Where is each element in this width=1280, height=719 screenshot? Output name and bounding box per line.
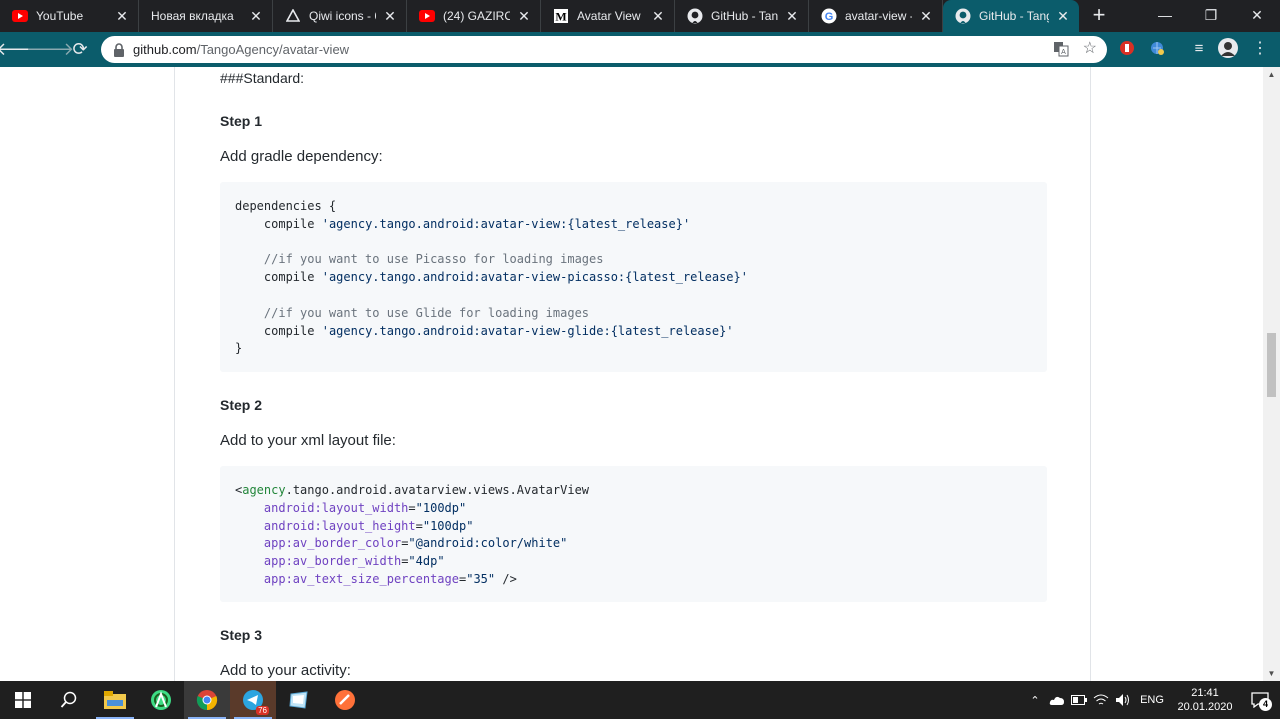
avatar[interactable] <box>1218 38 1238 58</box>
scrollbar-thumb[interactable] <box>1267 333 1276 397</box>
tab-title: Qiwi icons - 6 <box>309 9 376 23</box>
close-tab-icon[interactable]: ✕ <box>650 8 666 24</box>
paint-icon[interactable] <box>276 681 322 719</box>
step-1-text: Add gradle dependency: <box>220 148 383 165</box>
restore-icon[interactable]: ❐ <box>1188 0 1234 30</box>
chevron-up-icon[interactable]: ⌃ <box>1024 681 1046 719</box>
browser-toolbar: 🡐 🡒 ⟳ github.com/TangoAgency/avatar-view… <box>0 32 1280 67</box>
tab-title: YouTube <box>36 9 84 23</box>
tab-strip: YouTube ✕ Новая вкладка ✕ Qiwi icons - 6… <box>0 0 1280 32</box>
firefox-icon[interactable] <box>322 681 368 719</box>
telegram-icon[interactable]: 76 <box>230 681 276 719</box>
language-indicator[interactable]: ENG <box>1134 681 1170 719</box>
extension-globe-icon[interactable] <box>1147 38 1167 58</box>
battery-icon[interactable] <box>1068 681 1090 719</box>
step-3-heading: Step 3 <box>220 627 263 643</box>
close-tab-icon[interactable]: ✕ <box>918 8 934 24</box>
close-tab-icon[interactable]: ✕ <box>114 8 130 24</box>
url-path: /TangoAgency/avatar-view <box>196 42 350 57</box>
new-tab-button[interactable]: + <box>1085 2 1113 30</box>
scroll-up-icon[interactable]: ▲ <box>1263 67 1280 82</box>
tab-title: GitHub - Tango <box>979 9 1049 23</box>
chrome-icon[interactable] <box>184 681 230 719</box>
minimize-icon[interactable]: — <box>1142 0 1188 30</box>
file-explorer-icon[interactable] <box>92 681 138 719</box>
url-host: github.com <box>133 42 197 57</box>
close-tab-icon[interactable]: ✕ <box>516 8 532 24</box>
svg-text:A: A <box>1061 49 1066 56</box>
github-icon <box>687 8 703 24</box>
github-icon <box>955 8 971 24</box>
tab-title: (24) GAZIROVI <box>443 9 510 23</box>
step-1-heading: Step 1 <box>220 113 263 129</box>
youtube-icon <box>12 8 28 24</box>
volume-icon[interactable] <box>1112 681 1134 719</box>
onedrive-icon[interactable] <box>1046 681 1068 719</box>
media-queue-icon[interactable]: ≡ <box>1189 38 1209 58</box>
qiwi-icon <box>285 8 301 24</box>
windows-taskbar: 76 ⌃ ENG 21:41 20.01.2020 4 <box>0 681 1280 719</box>
android-studio-icon[interactable] <box>138 681 184 719</box>
clock[interactable]: 21:41 20.01.2020 <box>1170 686 1240 714</box>
tab-new-tab[interactable]: Новая вкладка ✕ <box>139 0 273 32</box>
svg-text:G: G <box>825 11 834 23</box>
tab-github-tango-1[interactable]: GitHub - Tango ✕ <box>675 0 809 32</box>
system-tray: ⌃ ENG 21:41 20.01.2020 4 <box>1024 681 1280 719</box>
tab-title: Avatar View fo <box>577 9 644 23</box>
step-3-text: Add to your activity: <box>220 662 351 679</box>
tab-youtube[interactable]: YouTube ✕ <box>0 0 139 32</box>
extension-red-icon[interactable] <box>1117 38 1137 58</box>
forward-icon[interactable]: 🡒 <box>26 34 74 64</box>
gradle-code-block[interactable]: dependencies { compile 'agency.tango.and… <box>220 182 1047 372</box>
notification-badge: 4 <box>1259 698 1272 711</box>
page-viewport: ###Standard: Step 1 Add gradle dependenc… <box>0 67 1280 681</box>
step-2-text: Add to your xml layout file: <box>220 432 396 449</box>
scroll-down-icon[interactable]: ▼ <box>1263 666 1280 681</box>
telegram-badge: 76 <box>256 706 269 715</box>
close-tab-icon[interactable]: ✕ <box>1055 8 1071 24</box>
window-controls: — ❐ ✕ <box>1142 0 1280 30</box>
bookmark-star-icon[interactable]: ☆ <box>1083 41 1097 57</box>
tab-medium-avatar-view[interactable]: M Avatar View fo ✕ <box>541 0 675 32</box>
notification-center-icon[interactable]: 4 <box>1240 681 1280 719</box>
tab-qiwi-icons[interactable]: Qiwi icons - 6 ✕ <box>273 0 407 32</box>
clock-time: 21:41 <box>1191 687 1219 699</box>
tab-google-avatar-view[interactable]: G avatar-view - ✕ <box>809 0 943 32</box>
youtube-icon <box>419 8 435 24</box>
close-window-icon[interactable]: ✕ <box>1234 0 1280 30</box>
tab-youtube-gazirovi[interactable]: (24) GAZIROVI ✕ <box>407 0 541 32</box>
section-label: ###Standard: <box>220 70 305 86</box>
menu-kebab-icon[interactable]: ⋮ <box>1250 38 1270 58</box>
lock-icon <box>114 42 124 57</box>
translate-icon[interactable]: A <box>1053 41 1069 57</box>
tab-github-tango-active[interactable]: GitHub - Tango ✕ <box>943 0 1079 32</box>
readme-container: ###Standard: Step 1 Add gradle dependenc… <box>174 67 1091 681</box>
page-scrollbar[interactable]: ▲ ▼ <box>1263 67 1280 681</box>
close-tab-icon[interactable]: ✕ <box>382 8 398 24</box>
tab-title: avatar-view - <box>845 9 912 23</box>
google-icon: G <box>821 8 837 24</box>
step-2-heading: Step 2 <box>220 397 263 413</box>
tab-title: GitHub - Tango <box>711 9 778 23</box>
close-tab-icon[interactable]: ✕ <box>784 8 800 24</box>
clock-date: 20.01.2020 <box>1177 701 1233 713</box>
medium-icon: M <box>553 8 569 24</box>
url-text: github.com/TangoAgency/avatar-view <box>133 42 349 57</box>
close-tab-icon[interactable]: ✕ <box>248 8 264 24</box>
windows-start-icon[interactable] <box>0 681 46 719</box>
reload-icon[interactable]: ⟳ <box>65 34 95 64</box>
svg-text:M: M <box>555 10 566 24</box>
search-icon[interactable] <box>46 681 92 719</box>
tab-title: Новая вкладка <box>151 9 234 23</box>
wifi-icon[interactable] <box>1090 681 1112 719</box>
xml-code-block[interactable]: <agency.tango.android.avatarview.views.A… <box>220 466 1047 602</box>
address-bar[interactable]: github.com/TangoAgency/avatar-view A ☆ <box>101 36 1107 63</box>
